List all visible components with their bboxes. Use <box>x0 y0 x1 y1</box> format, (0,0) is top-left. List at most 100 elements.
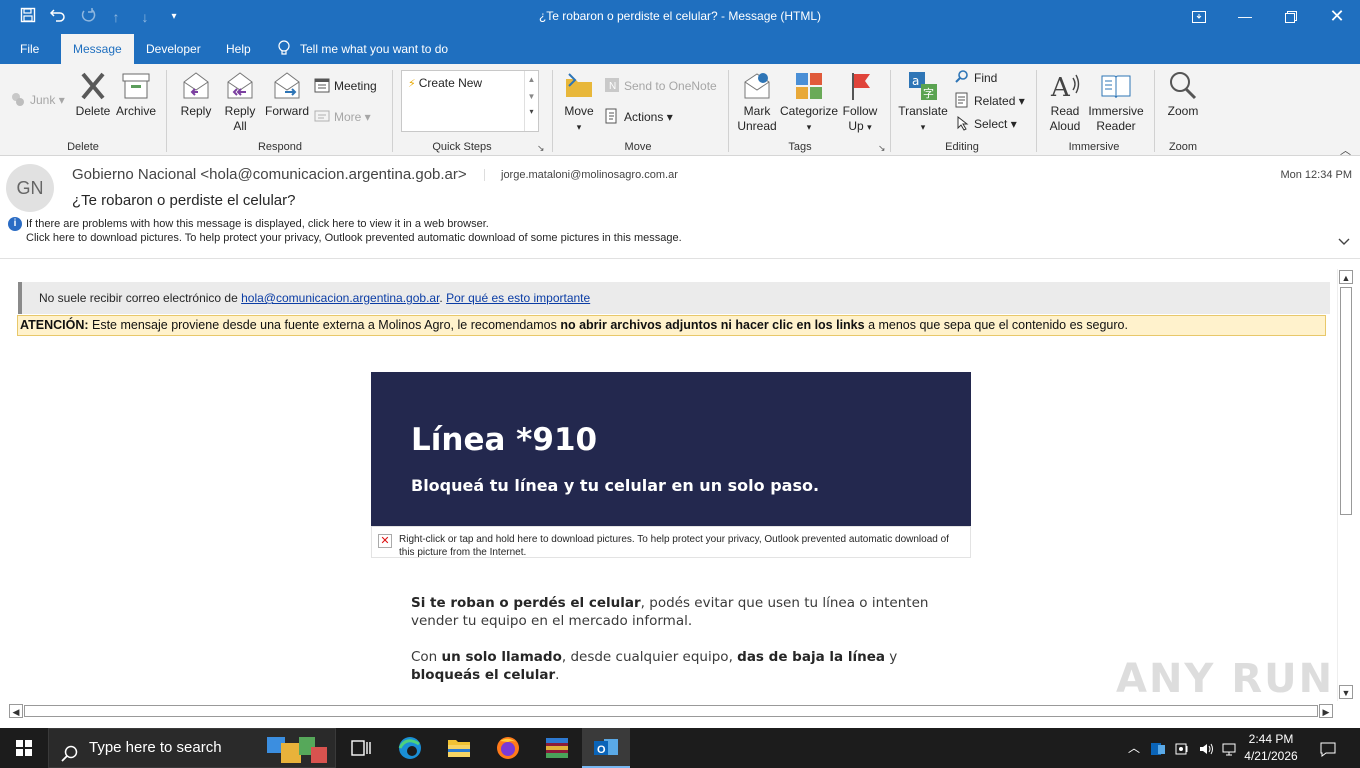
chevron-down-icon[interactable]: ▼ <box>525 92 538 101</box>
recipient[interactable]: jorge.mataloni@molinosagro.com.ar <box>484 169 678 181</box>
scroll-down-icon[interactable]: ▼ <box>1339 685 1353 699</box>
dialog-launcher-icon[interactable]: ↘ <box>878 143 886 154</box>
zoom-button[interactable]: Zoom <box>1162 70 1204 119</box>
group-label-respond: Respond <box>257 141 303 153</box>
svg-text:字: 字 <box>923 86 934 100</box>
external-sender-banner: No suele recibir correo electrónico de h… <box>18 282 1330 314</box>
taskbar-clock[interactable]: 2:44 PM 4/21/2026 <box>1240 731 1302 765</box>
quick-steps-scroll[interactable]: ▲ ▼ ▾ <box>524 71 538 131</box>
search-icon <box>954 69 970 85</box>
horizontal-scrollbar[interactable]: ◀ ▶ <box>8 703 1334 719</box>
external-warning-banner: ATENCIÓN: Este mensaje proviene desde un… <box>17 315 1326 336</box>
find-button[interactable]: Find <box>954 68 997 88</box>
notifications-icon[interactable] <box>1316 728 1340 768</box>
message-header: GN Gobierno Nacional <hola@comunicacion.… <box>0 157 1360 259</box>
show-hidden-icons[interactable]: ︿ <box>1124 728 1144 768</box>
ribbon-separator <box>166 70 167 152</box>
device-icon[interactable] <box>1172 728 1192 768</box>
delete-button[interactable]: Delete <box>72 70 114 119</box>
svg-text:a: a <box>912 74 919 88</box>
ribbon-separator <box>1036 70 1037 152</box>
mark-unread-button[interactable]: Mark Unread <box>734 70 780 134</box>
vertical-scrollbar[interactable]: ▲ ▼ <box>1337 269 1353 701</box>
close-button[interactable]: ✕ <box>1314 0 1360 34</box>
ribbon-display-options-icon[interactable] <box>1176 0 1222 34</box>
message-body: No suele recibir correo electrónico de h… <box>8 262 1336 702</box>
search-highlight-icon <box>267 733 329 768</box>
reply-all-button[interactable]: Reply All <box>220 70 260 134</box>
tab-help[interactable]: Help <box>214 34 263 64</box>
scroll-right-icon[interactable]: ▶ <box>1319 704 1333 718</box>
winrar-icon[interactable] <box>533 728 581 768</box>
clock-date: 4/21/2026 <box>1244 749 1298 763</box>
outlook-icon[interactable]: O <box>582 728 630 768</box>
task-view-icon[interactable] <box>337 728 385 768</box>
minimize-button[interactable]: — <box>1222 0 1268 34</box>
blocked-picture[interactable]: ✕ Right-click or tap and hold here to do… <box>371 526 971 558</box>
taskbar-search[interactable]: Type here to search <box>48 728 336 768</box>
start-button[interactable] <box>0 728 48 768</box>
meeting-button[interactable]: Meeting <box>314 76 377 96</box>
search-icon <box>61 740 79 768</box>
ribbon-separator <box>392 70 393 152</box>
scroll-up-icon[interactable]: ▲ <box>1339 270 1353 284</box>
avatar: GN <box>6 164 54 212</box>
forward-button[interactable]: Forward <box>264 70 310 119</box>
group-label-quick-steps: Quick Steps <box>432 141 492 153</box>
magnifier-icon <box>1167 70 1199 102</box>
translate-button[interactable]: a字 Translate ▾ <box>896 70 950 135</box>
categorize-button[interactable]: Categorize ▾ <box>780 70 838 135</box>
reply-button[interactable]: Reply <box>176 70 216 119</box>
translate-icon: a字 <box>907 70 939 102</box>
immersive-reader-button[interactable]: Immersive Reader <box>1088 70 1144 134</box>
expand-header-icon[interactable] <box>1338 235 1350 249</box>
dialog-launcher-icon[interactable]: ↘ <box>537 143 545 154</box>
move-button[interactable]: Move ▾ <box>560 70 598 135</box>
chevron-up-icon[interactable]: ▲ <box>525 75 538 84</box>
send-to-onenote-button[interactable]: N Send to OneNote <box>604 76 717 96</box>
banner-title: Línea *910 <box>411 422 598 458</box>
expand-gallery-icon[interactable]: ▾ <box>525 107 538 116</box>
paragraph-2: Con un solo llamado, desde cualquier equ… <box>411 649 898 683</box>
more-respond-button[interactable]: More ▾ <box>314 107 371 127</box>
follow-up-button[interactable]: Follow Up ▾ <box>840 70 880 135</box>
sender-email-link[interactable]: hola@comunicacion.argentina.gob.ar <box>241 291 439 305</box>
restore-button[interactable] <box>1268 0 1314 34</box>
file-explorer-icon[interactable] <box>435 728 483 768</box>
taskbar: Type here to search O ︿ 2:44 PM 4/21/202… <box>0 728 1360 768</box>
archive-button[interactable]: Archive <box>114 70 158 119</box>
scroll-left-icon[interactable]: ◀ <box>9 704 23 718</box>
tab-file[interactable]: File <box>8 34 51 64</box>
junk-button[interactable]: Junk ▾ <box>10 90 65 110</box>
outlook-tray-icon[interactable] <box>1148 728 1168 768</box>
scroll-thumb[interactable] <box>1340 287 1352 515</box>
folder-move-icon <box>563 70 595 102</box>
network-icon[interactable] <box>1219 728 1239 768</box>
quick-steps-gallery[interactable]: ⚡ Create New ▲ ▼ ▾ <box>401 70 539 132</box>
message-subject: ¿Te robaron o perdiste el celular? <box>72 192 296 209</box>
ribbon: Junk ▾ Delete Archive Delete Reply Reply… <box>0 64 1360 158</box>
read-aloud-button[interactable]: A Read Aloud <box>1042 70 1088 134</box>
firefox-icon[interactable] <box>484 728 532 768</box>
related-icon <box>954 92 970 108</box>
edge-icon[interactable] <box>386 728 434 768</box>
group-label-immersive: Immersive <box>1068 141 1120 153</box>
lightbulb-icon <box>278 37 290 67</box>
actions-button[interactable]: Actions ▾ <box>604 107 673 127</box>
message-infobar[interactable]: i If there are problems with how this me… <box>8 217 682 245</box>
watermark: ANY RUN <box>1116 656 1335 702</box>
view-in-browser-notice[interactable]: If there are problems with how this mess… <box>26 217 682 231</box>
select-button[interactable]: Select ▾ <box>954 114 1017 134</box>
quick-step-create-new[interactable]: ⚡ Create New <box>408 76 482 90</box>
why-important-link[interactable]: Por qué es esto importante <box>446 291 590 305</box>
hscroll-thumb[interactable] <box>24 705 1318 717</box>
sender[interactable]: Gobierno Nacional <hola@comunicacion.arg… <box>72 166 467 183</box>
collapse-ribbon-icon[interactable]: ︿ <box>1340 142 1351 158</box>
tell-me-search[interactable]: Tell me what you want to do <box>270 34 460 64</box>
related-button[interactable]: Related ▾ <box>954 91 1025 111</box>
tab-message[interactable]: Message <box>61 34 134 64</box>
categorize-icon <box>793 70 825 102</box>
volume-icon[interactable] <box>1196 728 1216 768</box>
tab-developer[interactable]: Developer <box>134 34 213 64</box>
download-pictures-notice[interactable]: Click here to download pictures. To help… <box>26 231 682 245</box>
